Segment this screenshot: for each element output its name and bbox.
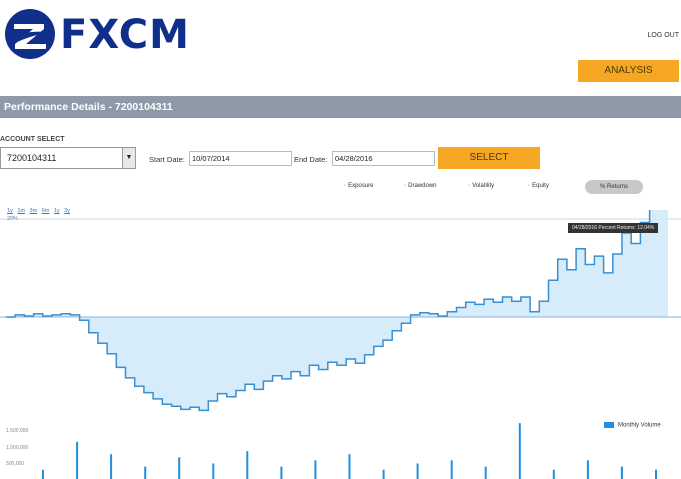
volume-axis-label: 1,500,000 <box>6 428 29 434</box>
volume-bar <box>450 460 453 479</box>
volume-bar <box>280 466 283 479</box>
volume-bar <box>246 451 249 479</box>
volume-legend-label: Monthly Volume <box>618 422 661 429</box>
toggle-percent-returns[interactable]: % Returns <box>585 180 643 194</box>
toggle-label: Volatility <box>472 183 495 189</box>
toggle-label: Drawdown <box>408 183 437 189</box>
returns-area <box>6 210 668 411</box>
toggle-drawdown[interactable]: ◦ Drawdown <box>404 183 437 189</box>
chevron-down-icon[interactable]: ▼ <box>122 148 135 168</box>
volume-bars <box>42 423 657 479</box>
end-date-label: End Date: <box>294 155 328 164</box>
analysis-button[interactable]: ANALYSIS <box>578 60 679 82</box>
page-title: Performance Details - 7200104311 <box>0 96 681 118</box>
toggle-volatility[interactable]: ◦ Volatility <box>468 183 494 189</box>
brand-name: FXCM <box>60 12 190 58</box>
volume-bar <box>76 441 79 479</box>
volume-bar <box>314 460 317 479</box>
end-date-input[interactable]: 04/28/2016 <box>332 151 435 166</box>
toggle-equity[interactable]: ◦ Equity <box>528 183 549 189</box>
account-select-label: ACCOUNT SELECT <box>0 136 65 143</box>
start-date-label: Start Date: <box>149 155 185 164</box>
start-date-input[interactable]: 10/07/2014 <box>189 151 292 166</box>
fxcm-logo[interactable]: FXCM <box>4 8 190 62</box>
volume-axis-label: 1,000,000 <box>6 445 29 451</box>
returns-chart <box>0 210 681 479</box>
chart-tooltip: 04/28/2016 Percent Returns: 12.04% <box>568 223 659 233</box>
volume-bar <box>655 469 657 479</box>
volume-bar <box>212 463 215 479</box>
volume-bar <box>416 463 419 479</box>
volume-bar <box>586 460 589 479</box>
fxcm-logo-icon <box>5 9 55 59</box>
volume-axis-label: 500,000 <box>6 461 25 467</box>
volume-bar <box>484 466 487 479</box>
toggle-exposure[interactable]: ◦ Exposure <box>344 183 374 189</box>
volume-legend[interactable]: Monthly Volume <box>604 422 661 429</box>
volume-bar <box>348 454 351 479</box>
volume-bar <box>42 469 44 479</box>
account-select-value: 7200104311 <box>7 153 57 163</box>
volume-bar <box>552 469 555 479</box>
volume-swatch <box>604 422 614 428</box>
select-button[interactable]: SELECT <box>438 147 540 169</box>
volume-bar <box>382 469 385 479</box>
account-select[interactable]: 7200104311 ▼ <box>0 147 136 169</box>
toggle-label: Equity <box>532 183 549 189</box>
volume-bar <box>620 466 623 479</box>
volume-bar <box>178 457 181 479</box>
volume-bar <box>518 423 521 479</box>
volume-bar <box>144 466 147 479</box>
toggle-label: Exposure <box>348 183 374 189</box>
logout-link[interactable]: LOG OUT <box>647 32 679 39</box>
volume-bar <box>110 454 113 479</box>
